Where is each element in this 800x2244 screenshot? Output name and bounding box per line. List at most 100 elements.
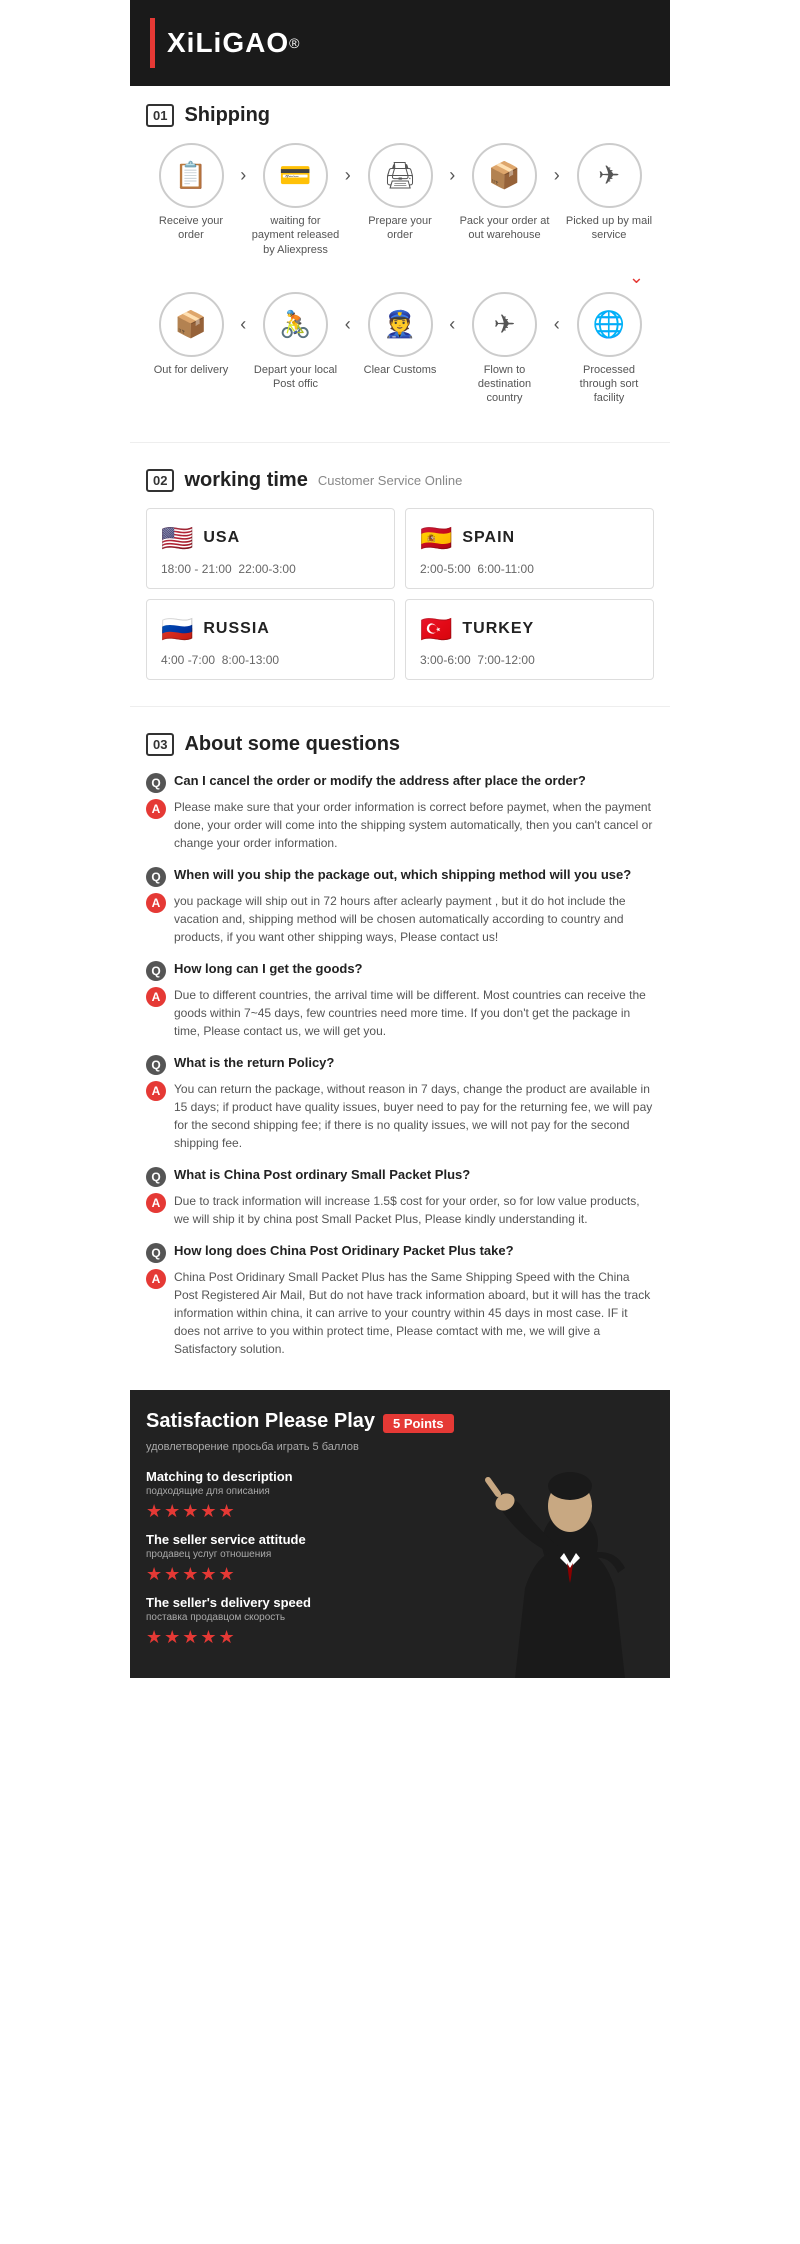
faq-q-badge-3: Q [146,961,166,981]
step-sort-label: Processed through sort facility [564,363,654,406]
spain-flag: 🇪🇸 [420,523,452,554]
spain-header: 🇪🇸 SPAIN [420,523,639,554]
faq-q-text-2: When will you ship the package out, whic… [174,866,631,884]
faq-item-2: Q When will you ship the package out, wh… [146,866,654,946]
faq-q-4: Q What is the return Policy? [146,1054,654,1075]
faq-q-text-4: What is the return Policy? [174,1054,334,1072]
turkey-header: 🇹🇷 TURKEY [420,614,639,645]
faq-q-text-1: Can I cancel the order or modify the add… [174,772,586,790]
arrow-5: ‹ [240,314,246,335]
faq-a-3: A Due to different countries, the arriva… [146,986,654,1040]
step-delivery: 📦 Out for delivery [146,292,236,377]
rating-3-label: The seller's delivery speed [146,1595,654,1610]
step-receive-icon: 📋 [159,143,224,208]
russia-name: RUSSIA [203,620,269,638]
faq-a-text-3: Due to different countries, the arrival … [174,986,654,1040]
turkey-flag: 🇹🇷 [420,614,452,645]
satisfaction-title: Satisfaction Please Play [146,1410,375,1433]
faq-a-badge-2: A [146,893,166,913]
faq-q-1: Q Can I cancel the order or modify the a… [146,772,654,793]
faq-title: 03 About some questions [146,733,654,756]
step-delivery-icon: 📦 [159,292,224,357]
spain-time: 2:00-5:00 6:00-11:00 [420,562,639,576]
faq-a-5: A Due to track information will increase… [146,1192,654,1228]
shipping-section: 01 Shipping 📋 Receive your order › 💳 wai… [130,86,670,434]
usa-header: 🇺🇸 USA [161,523,380,554]
arrow-6: ‹ [345,314,351,335]
step-flown: ✈ Flown to destination country [460,292,550,406]
brand-reg: ® [289,35,299,51]
rating-1-label: Matching to description [146,1469,654,1484]
step-payment: 💳 waiting for payment released by Aliexp… [251,143,341,257]
step-customs-icon: 👮 [368,292,433,357]
rating-1-stars: ★★★★★ [146,1501,654,1522]
arrow-7: ‹ [449,314,455,335]
faq-a-2: A you package will ship out in 72 hours … [146,892,654,946]
faq-q-badge-1: Q [146,773,166,793]
faq-q-3: Q How long can I get the goods? [146,960,654,981]
faq-num: 03 [146,733,174,756]
faq-q-2: Q When will you ship the package out, wh… [146,866,654,887]
step-receive-label: Receive your order [146,214,236,243]
faq-a-text-5: Due to track information will increase 1… [174,1192,654,1228]
step-sort-icon: 🌐 [577,292,642,357]
rating-2-sub: продавец услуг отношения [146,1549,654,1560]
step-pickup: ✈ Picked up by mail service [564,143,654,243]
step-pack-label: Pack your order at out warehouse [460,214,550,243]
arrow-1: › [240,165,246,186]
header: XiLiGAO ® [130,0,670,86]
working-section: 02 working time Customer Service Online … [130,451,670,698]
rating-2-stars: ★★★★★ [146,1564,654,1585]
step-customs-label: Clear Customs [364,363,437,377]
faq-q-text-5: What is China Post ordinary Small Packet… [174,1166,470,1184]
faq-q-badge-4: Q [146,1055,166,1075]
faq-a-badge-3: A [146,987,166,1007]
step-prepare-label: Prepare your order [355,214,445,243]
russia-time: 4:00 -7:00 8:00-13:00 [161,653,380,667]
usa-flag: 🇺🇸 [161,523,193,554]
satisfaction-section: Satisfaction Please Play 5 Points удовле… [130,1390,670,1678]
step-payment-icon: 💳 [263,143,328,208]
step-prepare-icon: 🖨 [368,143,433,208]
faq-q-5: Q What is China Post ordinary Small Pack… [146,1166,654,1187]
arrow-2: › [345,165,351,186]
shipping-row-2: 📦 Out for delivery ‹ 🚴 Depart your local… [146,292,654,406]
usa-name: USA [203,529,240,547]
russia-flag: 🇷🇺 [161,614,193,645]
faq-a-text-2: you package will ship out in 72 hours af… [174,892,654,946]
rating-1-sub: подходящие для описания [146,1486,654,1497]
step-receive: 📋 Receive your order [146,143,236,243]
arrow-4: › [554,165,560,186]
step-customs: 👮 Clear Customs [355,292,445,377]
country-usa: 🇺🇸 USA 18:00 - 21:00 22:00-3:00 [146,508,395,589]
step-flown-label: Flown to destination country [460,363,550,406]
arrow-3: › [449,165,455,186]
spain-name: SPAIN [462,529,515,547]
faq-a-badge-6: A [146,1269,166,1289]
rating-3: The seller's delivery speed поставка про… [146,1595,654,1648]
working-label: working time [184,469,307,492]
turkey-time: 3:00-6:00 7:00-12:00 [420,653,639,667]
shipping-label: Shipping [184,104,270,127]
step-pack: 📦 Pack your order at out warehouse [460,143,550,243]
step-pickup-icon: ✈ [577,143,642,208]
faq-label: About some questions [184,733,400,756]
step-sort: 🌐 Processed through sort facility [564,292,654,406]
faq-item-5: Q What is China Post ordinary Small Pack… [146,1166,654,1228]
rating-3-sub: поставка продавцом скорость [146,1612,654,1623]
faq-q-badge-5: Q [146,1167,166,1187]
step-pack-icon: 📦 [472,143,537,208]
rating-3-stars: ★★★★★ [146,1627,654,1648]
arrow-down: ⌄ [146,267,654,288]
brand-bar [150,18,155,68]
rating-1: Matching to description подходящие для о… [146,1469,654,1522]
country-turkey: 🇹🇷 TURKEY 3:00-6:00 7:00-12:00 [405,599,654,680]
faq-q-6: Q How long does China Post Oridinary Pac… [146,1242,654,1263]
step-delivery-label: Out for delivery [154,363,229,377]
usa-time: 18:00 - 21:00 22:00-3:00 [161,562,380,576]
points-badge: 5 Points [383,1414,454,1433]
step-flown-icon: ✈ [472,292,537,357]
faq-q-badge-6: Q [146,1243,166,1263]
faq-a-badge-1: A [146,799,166,819]
working-title: 02 working time Customer Service Online [146,469,654,492]
